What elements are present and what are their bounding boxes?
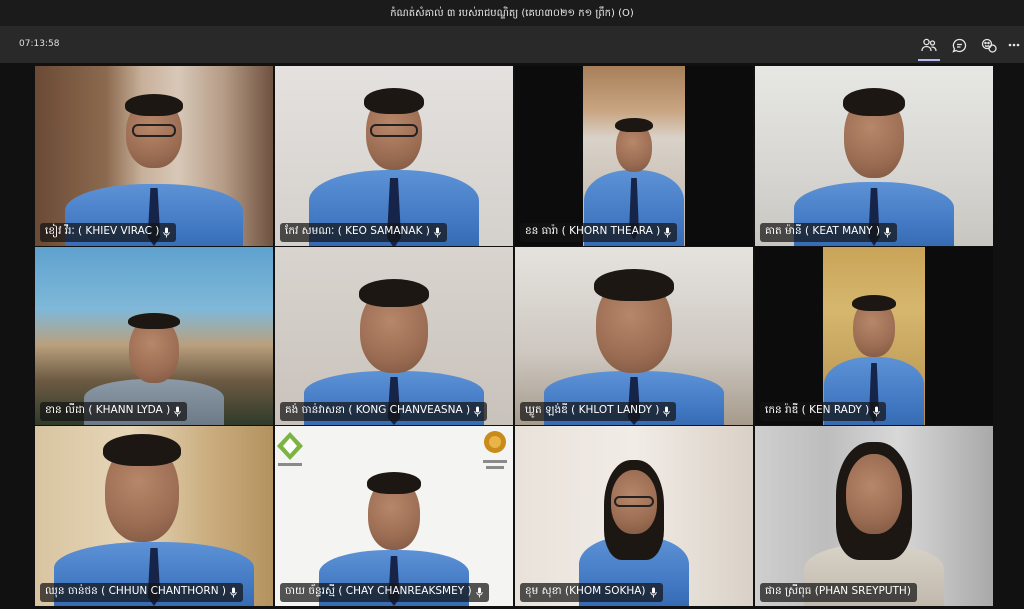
hair [852, 295, 896, 311]
participant-tile[interactable]: ឃ្លូត ឡង់ឌី ( KHLOT LANDY ) [515, 247, 753, 425]
microphone-icon [174, 406, 181, 417]
face [846, 454, 902, 534]
meeting-toolbar: 07:13:58 [0, 27, 1024, 63]
participant-tile[interactable]: ផាន ស្រីពុធ (PHAN SREYPUTH) [755, 426, 993, 606]
participant-name-label: គាត ម៉ានី ( KEAT MANY ) [760, 223, 898, 242]
participants-icon[interactable] [918, 34, 940, 61]
hair [359, 279, 429, 307]
participant-name: ឈុន ចាន់ថន ( CHHUN CHANTHORN ) [45, 585, 227, 597]
glasses [614, 496, 654, 507]
participant-name: កែវ សមណៈ ( KEO SAMANAK ) [285, 225, 430, 237]
participant-name: ឃ្លូត ឡង់ឌី ( KHLOT LANDY ) [525, 404, 660, 416]
participant-tile[interactable]: ចាយ ច័ន្ទរស្មី ( CHAY CHANREAKSMEY ) [275, 426, 513, 606]
participant-tile[interactable]: កែវ សមណៈ ( KEO SAMANAK ) [275, 66, 513, 246]
hair [128, 313, 180, 329]
participant-name-label: កែវ សមណៈ ( KEO SAMANAK ) [280, 223, 447, 242]
microphone-icon [434, 227, 441, 238]
participant-name-label: ផាន ស្រីពុធ (PHAN SREYPUTH) [760, 583, 917, 602]
microphone-icon [664, 227, 671, 238]
microphone-icon [884, 227, 891, 238]
participant-tile[interactable]: គង់ ចាន់វាសនា ( KONG CHANVEASNA ) [275, 247, 513, 425]
microphone-icon [475, 587, 483, 598]
participant-name-label: ខាន លីដា ( KHANN LYDA ) [40, 402, 188, 421]
glasses [370, 124, 418, 137]
ministry-logo [277, 432, 303, 466]
more-icon[interactable] [1006, 34, 1022, 56]
microphone-icon [230, 587, 237, 598]
participant-name: ខន ធារ៉ា ( KHORN THEARA ) [525, 225, 661, 237]
participant-name-label: ខន ធារ៉ា ( KHORN THEARA ) [520, 223, 678, 242]
hair [843, 88, 905, 116]
video-gallery: ខៀវ វីរៈ ( KHIEV VIRAC ) កែវ សមណៈ ( KEO … [0, 63, 1024, 609]
microphone-icon [873, 406, 880, 417]
title-bar: កំណត់សំគាល់ ៣ របស់រាជបណ្ឌិត្យ (គេហ៣០២១ ក… [0, 0, 1024, 27]
emblem-logo [483, 431, 507, 469]
participant-name-label: ចាយ ច័ន្ទរស្មី ( CHAY CHANREAKSMEY ) [280, 583, 489, 602]
participant-name-label: កេន រ៉ាឌី ( KEN RADY ) [760, 402, 887, 421]
participant-tile[interactable]: ខៀវ វីរៈ ( KHIEV VIRAC ) [35, 66, 273, 246]
hair [103, 434, 182, 466]
microphone-icon [163, 227, 171, 238]
glasses [132, 124, 176, 137]
participant-tile[interactable]: ខុម សុខា (KHOM SOKHA) [515, 426, 753, 606]
hair [594, 269, 674, 301]
hair [615, 118, 653, 132]
participant-name: កេន រ៉ាឌី ( KEN RADY ) [765, 404, 870, 416]
participant-tile[interactable]: កេន រ៉ាឌី ( KEN RADY ) [755, 247, 993, 425]
participant-name: ខាន លីដា ( KHANN LYDA ) [45, 404, 171, 416]
participant-tile[interactable]: ខាន លីដា ( KHANN LYDA ) [35, 247, 273, 425]
participant-name: ចាយ ច័ន្ទរស្មី ( CHAY CHANREAKSMEY ) [285, 585, 472, 597]
participant-name: គាត ម៉ានី ( KEAT MANY ) [765, 225, 881, 237]
participant-tile[interactable]: គាត ម៉ានី ( KEAT MANY ) [755, 66, 993, 246]
participant-tile[interactable]: ខន ធារ៉ា ( KHORN THEARA ) [515, 66, 753, 246]
participant-name-label: ឃ្លូត ឡង់ឌី ( KHLOT LANDY ) [520, 402, 677, 421]
participant-name: ខៀវ វីរៈ ( KHIEV VIRAC ) [45, 225, 160, 237]
participant-name-label: ខុម សុខា (KHOM SOKHA) [520, 583, 663, 602]
chat-icon[interactable] [948, 34, 970, 56]
microphone-icon [474, 406, 481, 417]
participant-name-label: ឈុន ចាន់ថន ( CHHUN CHANTHORN ) [40, 583, 244, 602]
hair [364, 88, 424, 114]
microphone-icon [663, 406, 671, 417]
microphone-icon [649, 587, 657, 598]
window-title: កំណត់សំគាល់ ៣ របស់រាជបណ្ឌិត្យ (គេហ៣០២១ ក… [390, 8, 634, 19]
participant-name-label: ខៀវ វីរៈ ( KHIEV VIRAC ) [40, 223, 177, 242]
participant-name: ផាន ស្រីពុធ (PHAN SREYPUTH) [765, 585, 911, 597]
hair [367, 472, 421, 494]
participant-name: គង់ ចាន់វាសនា ( KONG CHANVEASNA ) [285, 404, 471, 416]
participant-name-label: គង់ ចាន់វាសនា ( KONG CHANVEASNA ) [280, 402, 488, 421]
meeting-timer: 07:13:58 [19, 39, 60, 49]
participant-tile[interactable]: ឈុន ចាន់ថន ( CHHUN CHANTHORN ) [35, 426, 273, 606]
hair [125, 94, 183, 116]
participant-name: ខុម សុខា (KHOM SOKHA) [525, 585, 646, 597]
reactions-icon[interactable] [978, 34, 1000, 56]
